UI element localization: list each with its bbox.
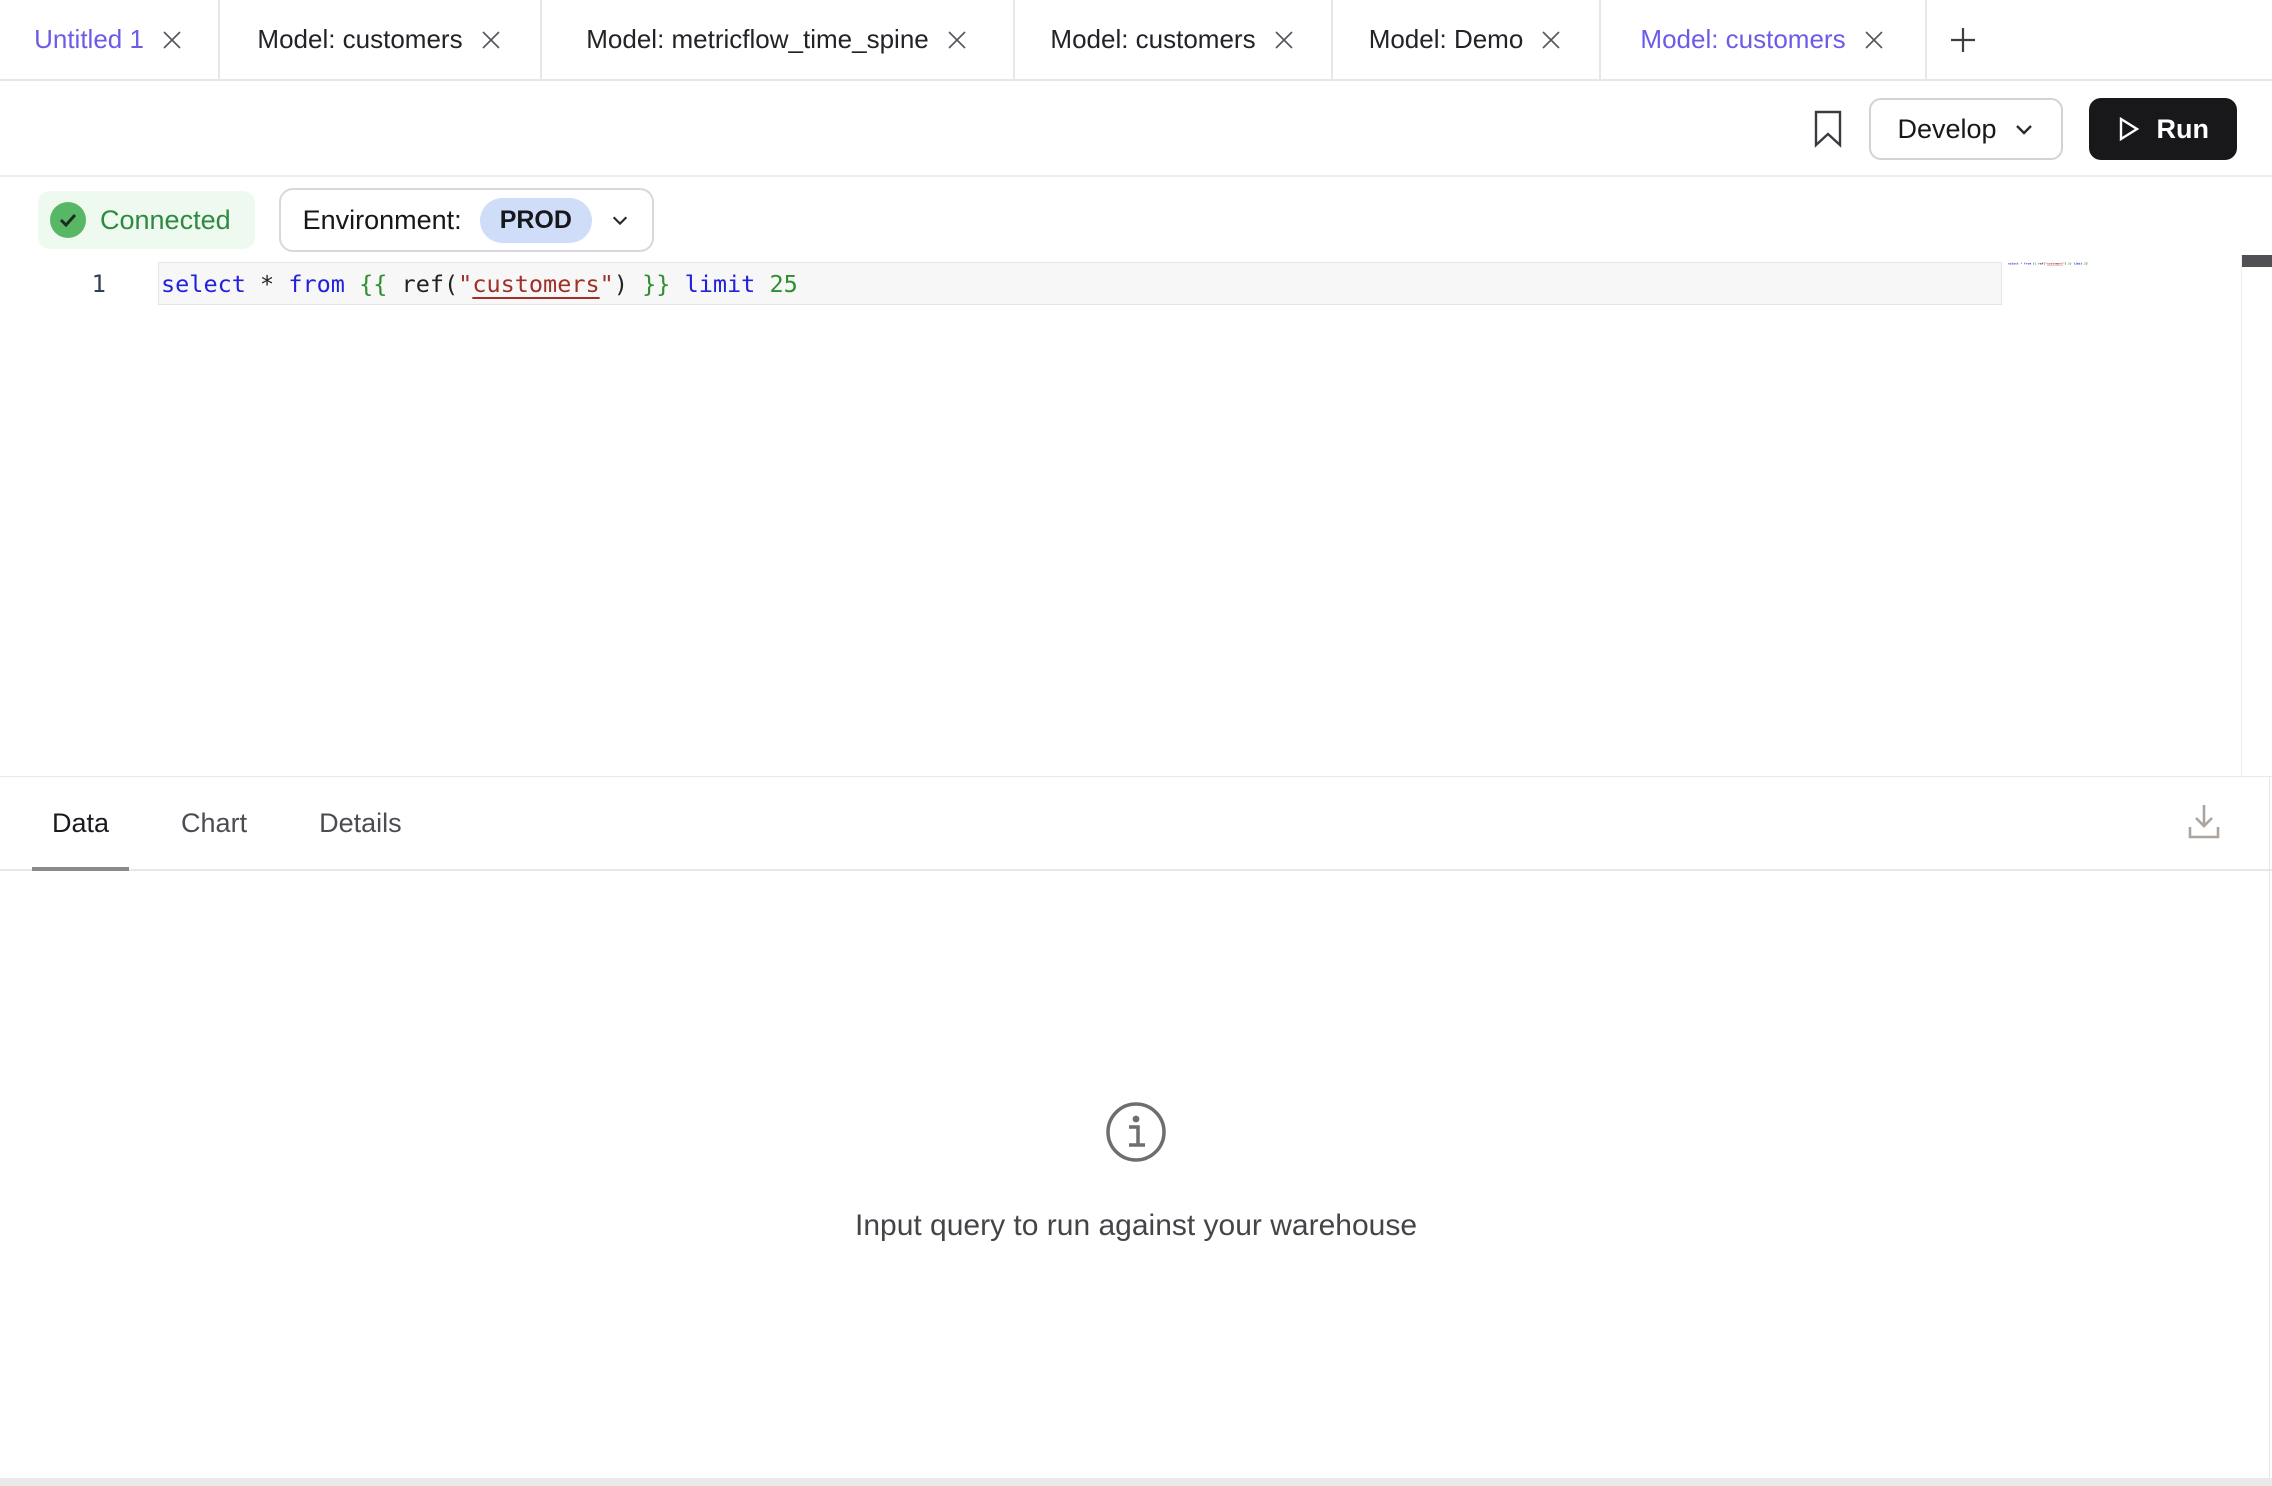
editor-tab-strip: Untitled 1 Model: customers Model: metri… [0, 0, 2272, 81]
results-empty-state: Input query to run against your warehous… [0, 1101, 2272, 1243]
code-ref-link[interactable]: customers [472, 270, 599, 298]
code-token: limit [685, 270, 770, 298]
tab-details-label: Details [319, 808, 402, 839]
environment-selector[interactable]: Environment: PROD [279, 188, 654, 252]
code-token: select [161, 270, 260, 298]
bookmark-button[interactable] [1813, 110, 1843, 148]
bookmark-icon [1813, 110, 1843, 148]
code-token: * [260, 270, 288, 298]
tab-label: Model: metricflow_time_spine [586, 24, 928, 55]
code-token: }} [642, 270, 684, 298]
connection-status-badge: Connected [38, 191, 255, 249]
code-token: {{ [359, 270, 401, 298]
chevron-down-icon [2013, 118, 2035, 140]
new-tab-button[interactable] [1927, 0, 1999, 79]
close-icon[interactable] [479, 28, 503, 52]
code-token: ) [614, 270, 642, 298]
download-results-button[interactable] [2186, 801, 2222, 841]
environment-label: Environment: [303, 205, 462, 236]
environment-value-chip: PROD [480, 198, 592, 243]
tab-model-customers-3[interactable]: Model: customers [1601, 0, 1927, 79]
chevron-down-icon [610, 210, 630, 230]
code-token: ( [444, 270, 458, 298]
code-line[interactable]: select * from {{ ref("customers") }} lim… [161, 264, 798, 304]
tab-untitled-1[interactable]: Untitled 1 [0, 0, 220, 79]
connection-row: Connected Environment: PROD [0, 179, 2272, 261]
run-button[interactable]: Run [2089, 98, 2237, 160]
editor-scrollbar-track [2241, 255, 2242, 777]
empty-state-message: Input query to run against your warehous… [855, 1209, 1417, 1243]
code-token: 25 [769, 270, 797, 298]
editor-scrollbar-thumb[interactable] [2242, 255, 2272, 267]
close-icon[interactable] [945, 28, 969, 52]
minimap-code-line: select * from {{ ref("customers") }} lim… [2008, 261, 2037, 266]
play-icon [2117, 116, 2141, 142]
tab-chart-label: Chart [181, 808, 247, 839]
close-icon[interactable] [1272, 28, 1296, 52]
code-token: from [288, 270, 359, 298]
sql-editor[interactable]: 1 select * from {{ ref("customers") }} l… [0, 261, 2272, 777]
new-tab-icon [1948, 25, 1978, 55]
results-body: Input query to run against your warehous… [0, 871, 2272, 1478]
tab-model-demo[interactable]: Model: Demo [1333, 0, 1601, 79]
tab-label: Untitled 1 [34, 24, 144, 55]
tab-label: Model: customers [1050, 24, 1255, 55]
code-token: " [600, 270, 614, 298]
results-tab-bar: Data Chart Details [0, 777, 2272, 871]
tab-model-customers-1[interactable]: Model: customers [220, 0, 542, 79]
code-token: ref [402, 270, 444, 298]
run-label: Run [2157, 114, 2209, 145]
tab-label: Model: customers [1640, 24, 1845, 55]
tab-model-metricflow-time-spine[interactable]: Model: metricflow_time_spine [542, 0, 1015, 79]
tab-model-customers-2[interactable]: Model: customers [1015, 0, 1333, 79]
check-circle [50, 202, 86, 238]
close-icon[interactable] [1539, 28, 1563, 52]
bottom-divider [0, 1478, 2272, 1486]
code-token: " [458, 270, 472, 298]
tab-data-label: Data [52, 808, 109, 839]
editor-minimap: select * from {{ ref("customers") }} lim… [2008, 261, 2238, 561]
develop-label: Develop [1897, 114, 1996, 145]
tab-label: Model: Demo [1369, 24, 1524, 55]
tab-chart[interactable]: Chart [161, 776, 267, 870]
develop-dropdown-button[interactable]: Develop [1869, 98, 2062, 160]
line-number: 1 [0, 264, 106, 304]
toolbar: Develop Run [0, 83, 2272, 177]
check-icon [59, 213, 77, 227]
tab-data[interactable]: Data [32, 776, 129, 870]
info-icon [1105, 1101, 1167, 1163]
close-icon[interactable] [1862, 28, 1886, 52]
download-icon [2186, 801, 2222, 841]
tab-details[interactable]: Details [299, 776, 422, 870]
tab-label: Model: customers [257, 24, 462, 55]
connection-status-label: Connected [100, 205, 231, 236]
close-icon[interactable] [160, 28, 184, 52]
results-scrollbar-track [2269, 777, 2270, 1478]
